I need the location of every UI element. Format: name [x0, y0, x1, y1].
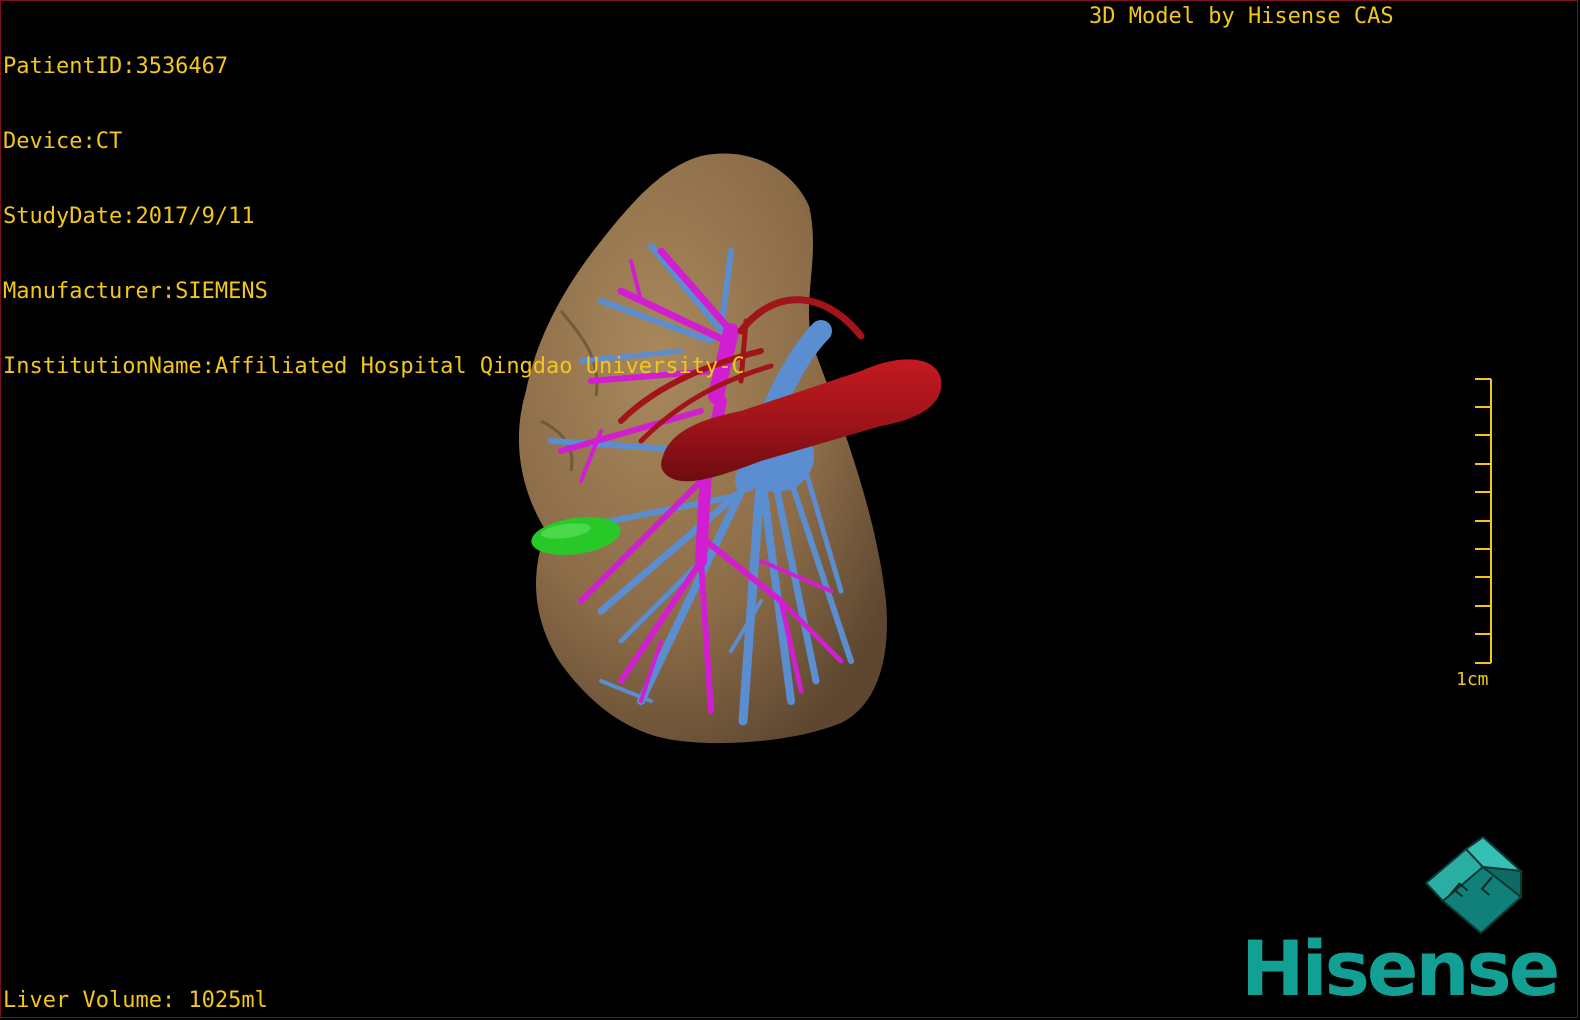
institution-name: InstitutionName:Affiliated Hospital Qing… [3, 354, 745, 379]
liver-volume: Liver Volume: 1025ml [3, 988, 268, 1013]
patient-id: PatientID:3536467 [3, 54, 229, 79]
manufacturer: Manufacturer:SIEMENS [3, 279, 268, 304]
study-date: StudyDate:2017/9/11 [3, 204, 255, 229]
device: Device:CT [3, 129, 123, 154]
hisense-logo: Hisense [1241, 924, 1560, 1013]
scale-bar [1475, 378, 1492, 664]
dicom-info-panel: PatientID:3536467 Device:CT StudyDate:20… [3, 4, 745, 429]
scale-label: 1cm [1456, 669, 1489, 690]
3d-viewport[interactable]: PatientID:3536467 Device:CT StudyDate:20… [0, 0, 1578, 1018]
model-title: 3D Model by Hisense CAS [1089, 4, 1394, 29]
